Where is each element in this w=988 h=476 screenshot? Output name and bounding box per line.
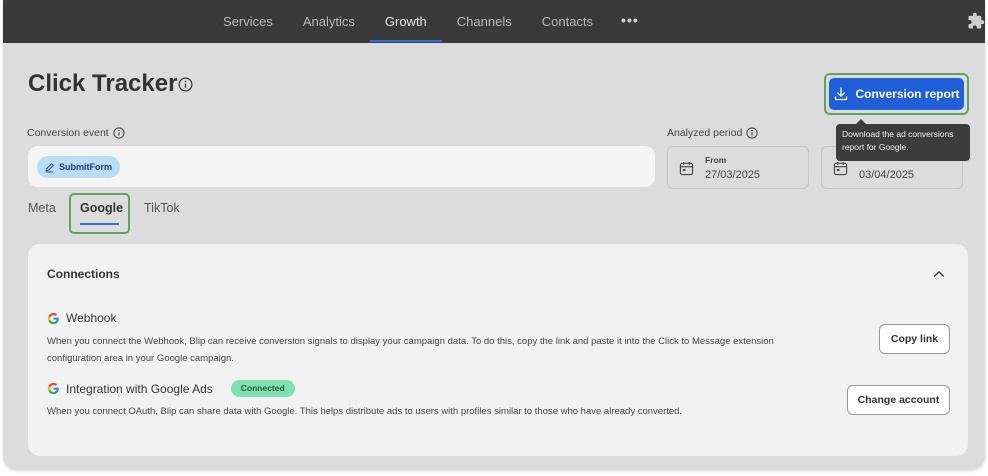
info-icon[interactable] bbox=[746, 127, 758, 139]
top-navigation-bar: Services Analytics Growth Channels Conta… bbox=[3, 0, 985, 43]
conversion-report-label: Conversion report bbox=[855, 87, 960, 101]
conversion-event-chip-label: SubmitForm bbox=[59, 162, 112, 172]
date-from-label: From bbox=[705, 155, 727, 165]
download-icon bbox=[835, 87, 848, 101]
google-ads-row-title: Integration with Google Ads Connected bbox=[47, 380, 295, 397]
conversion-event-label: Conversion event bbox=[27, 127, 109, 139]
conversion-event-label-row: Conversion event bbox=[27, 127, 125, 139]
tab-google[interactable]: Google bbox=[80, 201, 123, 215]
connections-panel: Connections Webhook When you connect the… bbox=[28, 244, 968, 456]
tab-google-highlight: Google bbox=[69, 193, 130, 234]
nav-item-growth[interactable]: Growth bbox=[369, 0, 442, 43]
nav-item-analytics[interactable]: Analytics bbox=[288, 0, 370, 43]
tab-meta[interactable]: Meta bbox=[28, 193, 56, 233]
chevron-up-icon[interactable] bbox=[932, 267, 946, 281]
nav-item-channels[interactable]: Channels bbox=[442, 0, 527, 43]
page-title: Click Tracker bbox=[28, 70, 178, 97]
date-from-field[interactable]: From 27/03/2025 bbox=[667, 146, 809, 189]
date-from-value: 27/03/2025 bbox=[705, 169, 761, 181]
webhook-row-title: Webhook bbox=[47, 311, 116, 325]
app-frame: Services Analytics Growth Channels Conta… bbox=[3, 0, 985, 470]
connections-title: Connections bbox=[47, 267, 120, 281]
conversion-event-field[interactable]: SubmitForm bbox=[28, 146, 655, 187]
analyzed-period-label-row: Analyzed period bbox=[667, 127, 758, 139]
main-nav: Services Analytics Growth Channels Conta… bbox=[208, 0, 652, 43]
calendar-icon bbox=[679, 161, 694, 176]
calendar-icon bbox=[833, 161, 848, 176]
nav-item-services[interactable]: Services bbox=[208, 0, 288, 43]
puzzle-icon[interactable] bbox=[967, 12, 985, 30]
google-icon bbox=[47, 382, 59, 395]
tab-tiktok[interactable]: TikTok bbox=[144, 193, 180, 233]
active-tab-indicator bbox=[80, 223, 119, 225]
edit-icon bbox=[45, 162, 54, 172]
google-ads-title: Integration with Google Ads bbox=[66, 381, 213, 396]
conversion-event-chip[interactable]: SubmitForm bbox=[37, 156, 120, 178]
webhook-title: Webhook bbox=[66, 311, 117, 325]
conversion-report-button[interactable]: Conversion report bbox=[829, 78, 964, 110]
date-to-value: 03/04/2025 bbox=[859, 169, 915, 181]
connected-status-badge: Connected bbox=[230, 380, 295, 397]
more-dots-icon[interactable]: ••• bbox=[608, 0, 652, 43]
conversion-report-tooltip: Download the ad conversions report for G… bbox=[836, 119, 970, 161]
info-icon[interactable] bbox=[113, 127, 125, 139]
nav-item-contacts[interactable]: Contacts bbox=[527, 0, 608, 43]
google-ads-description: When you connect OAuth, Blip can share d… bbox=[47, 406, 683, 417]
copy-link-button[interactable]: Copy link bbox=[879, 324, 950, 354]
info-icon[interactable] bbox=[178, 77, 193, 92]
webhook-description: When you connect the Webhook, Blip can r… bbox=[47, 336, 774, 364]
google-icon bbox=[47, 312, 59, 324]
analyzed-period-label: Analyzed period bbox=[667, 127, 743, 139]
conversion-report-highlight: Conversion report bbox=[824, 73, 969, 115]
change-account-button[interactable]: Change account bbox=[847, 385, 950, 415]
